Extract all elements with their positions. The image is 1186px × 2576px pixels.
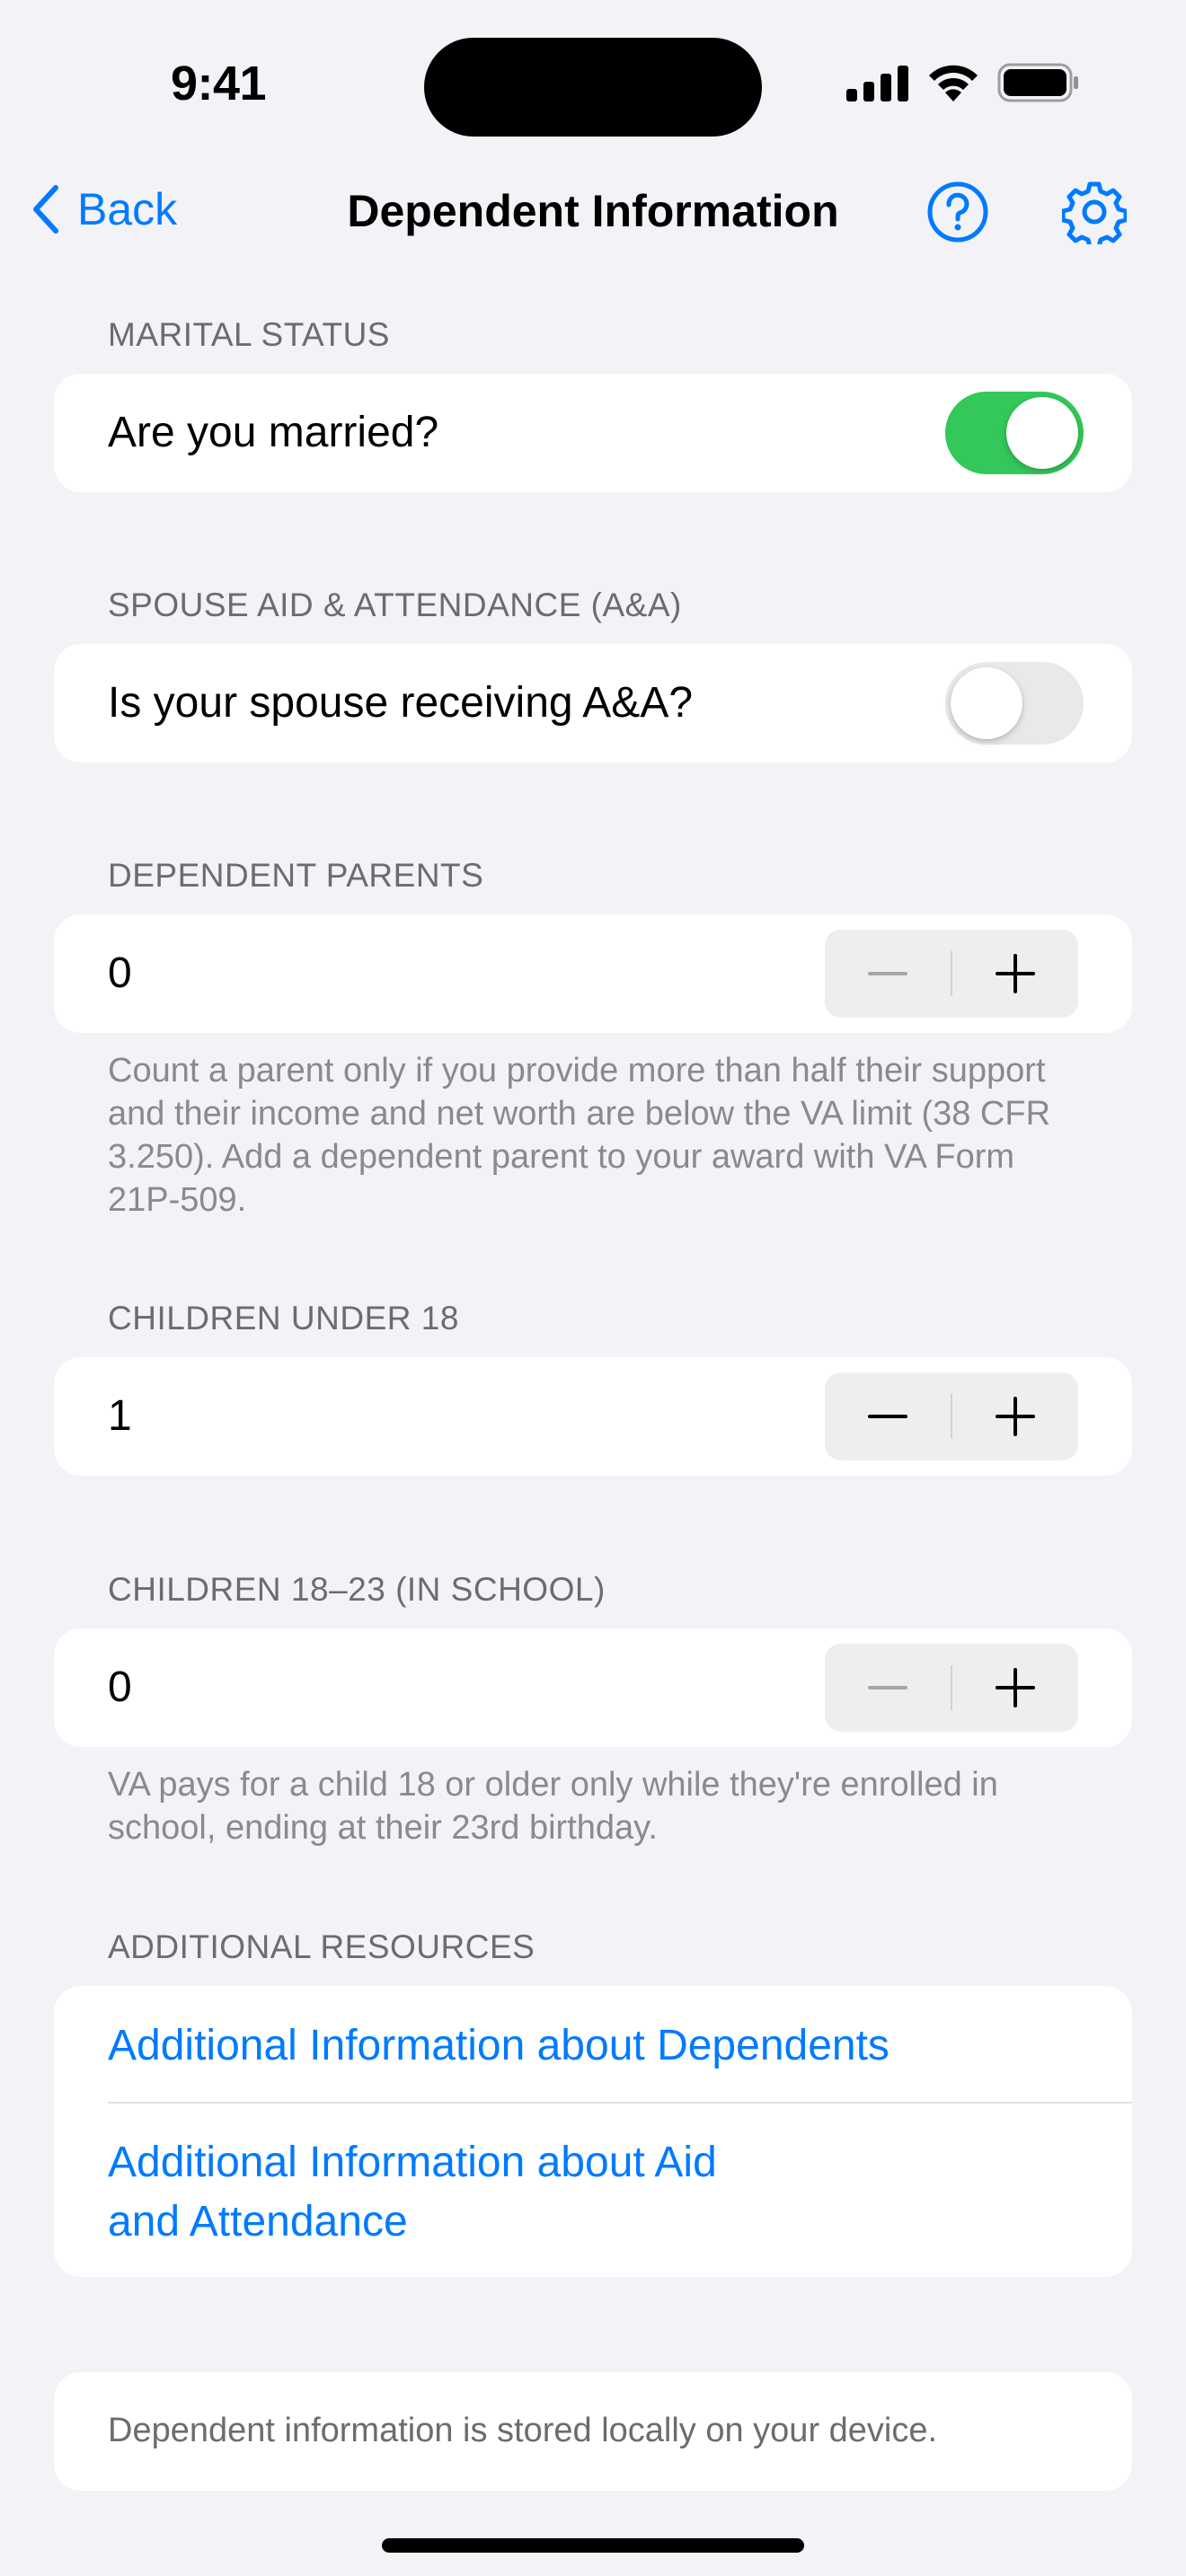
spouse-aa-card: Is your spouse receiving A&A? bbox=[54, 644, 1132, 763]
spouse-aa-toggle[interactable] bbox=[945, 662, 1084, 745]
navigation-bar: Back Dependent Information bbox=[0, 171, 1186, 251]
cellular-signal-icon bbox=[846, 66, 908, 101]
dependent-parents-header: DEPENDENT PARENTS bbox=[108, 857, 484, 894]
marital-status-card: Are you married? bbox=[54, 374, 1132, 492]
decrement-button[interactable] bbox=[825, 1372, 951, 1460]
page-title: Dependent Information bbox=[347, 186, 839, 236]
link-line-1: Additional Information about Aid bbox=[108, 2139, 717, 2186]
children-18-23-count: 0 bbox=[108, 1663, 132, 1711]
children-18-23-footnote: VA pays for a child 18 or older only whi… bbox=[108, 1766, 998, 1847]
plus-icon bbox=[996, 954, 1035, 993]
toggle-knob bbox=[1006, 397, 1078, 469]
dependent-parents-count: 0 bbox=[108, 949, 132, 997]
additional-resources-card: Additional Information about Dependents … bbox=[54, 1986, 1132, 2277]
plus-icon bbox=[996, 1397, 1035, 1436]
link-line-2: and Attendance bbox=[108, 2198, 408, 2245]
children-under-18-header: CHILDREN UNDER 18 bbox=[108, 1300, 459, 1337]
storage-notice-card: Dependent information is stored locally … bbox=[54, 2372, 1132, 2491]
married-question-label: Are you married? bbox=[108, 409, 439, 456]
help-button[interactable] bbox=[925, 180, 990, 244]
married-toggle[interactable] bbox=[945, 392, 1084, 474]
back-button[interactable]: Back bbox=[32, 183, 177, 235]
dynamic-island bbox=[424, 38, 762, 137]
dependent-parents-stepper bbox=[825, 930, 1078, 1018]
battery-icon bbox=[997, 63, 1078, 102]
dependent-information-screen: 9:41 Back Dependent Information MARITAL … bbox=[0, 0, 1186, 2576]
children-under-18-stepper bbox=[825, 1372, 1078, 1460]
wifi-icon bbox=[929, 65, 978, 101]
dependent-parents-footnote: Count a parent only if you provide more … bbox=[108, 1052, 1051, 1219]
children-18-23-stepper bbox=[825, 1644, 1078, 1732]
spouse-aa-header: SPOUSE AID & ATTENDANCE (A&A) bbox=[108, 587, 682, 623]
plus-icon bbox=[996, 1668, 1035, 1707]
home-indicator[interactable] bbox=[382, 2538, 804, 2553]
additional-resources-header: ADDITIONAL RESOURCES bbox=[108, 1928, 535, 1965]
marital-status-header: MARITAL STATUS bbox=[108, 316, 390, 353]
increment-button[interactable] bbox=[952, 930, 1078, 1018]
spouse-aa-question-label: Is your spouse receiving A&A? bbox=[108, 679, 694, 727]
minus-icon bbox=[868, 972, 907, 975]
status-icons bbox=[846, 63, 1080, 102]
row-separator bbox=[108, 2102, 1132, 2104]
chevron-left-icon bbox=[33, 185, 58, 234]
decrement-button[interactable] bbox=[825, 1644, 951, 1732]
back-label: Back bbox=[77, 184, 178, 234]
children-under-18-count: 1 bbox=[108, 1392, 132, 1440]
status-bar: 9:41 bbox=[0, 0, 1186, 171]
children-18-23-header: CHILDREN 18–23 (IN SCHOOL) bbox=[108, 1571, 606, 1608]
dependent-parents-card: 0 bbox=[54, 914, 1132, 1033]
settings-button[interactable] bbox=[1060, 180, 1128, 250]
dependents-info-link[interactable]: Additional Information about Dependents bbox=[108, 2016, 1132, 2076]
children-under-18-card: 1 bbox=[54, 1357, 1132, 1476]
aid-attendance-info-link[interactable]: Additional Information about Aid and Att… bbox=[108, 2133, 1132, 2252]
children-18-23-card: 0 bbox=[54, 1628, 1132, 1747]
minus-icon bbox=[868, 1686, 907, 1689]
toggle-knob bbox=[951, 667, 1022, 739]
gear-icon bbox=[1060, 181, 1128, 250]
increment-button[interactable] bbox=[952, 1644, 1078, 1732]
increment-button[interactable] bbox=[952, 1372, 1078, 1460]
minus-icon bbox=[868, 1415, 907, 1418]
question-circle-icon bbox=[927, 181, 988, 243]
storage-notice-text: Dependent information is stored locally … bbox=[108, 2412, 938, 2449]
status-time: 9:41 bbox=[171, 57, 267, 110]
decrement-button[interactable] bbox=[825, 930, 951, 1018]
